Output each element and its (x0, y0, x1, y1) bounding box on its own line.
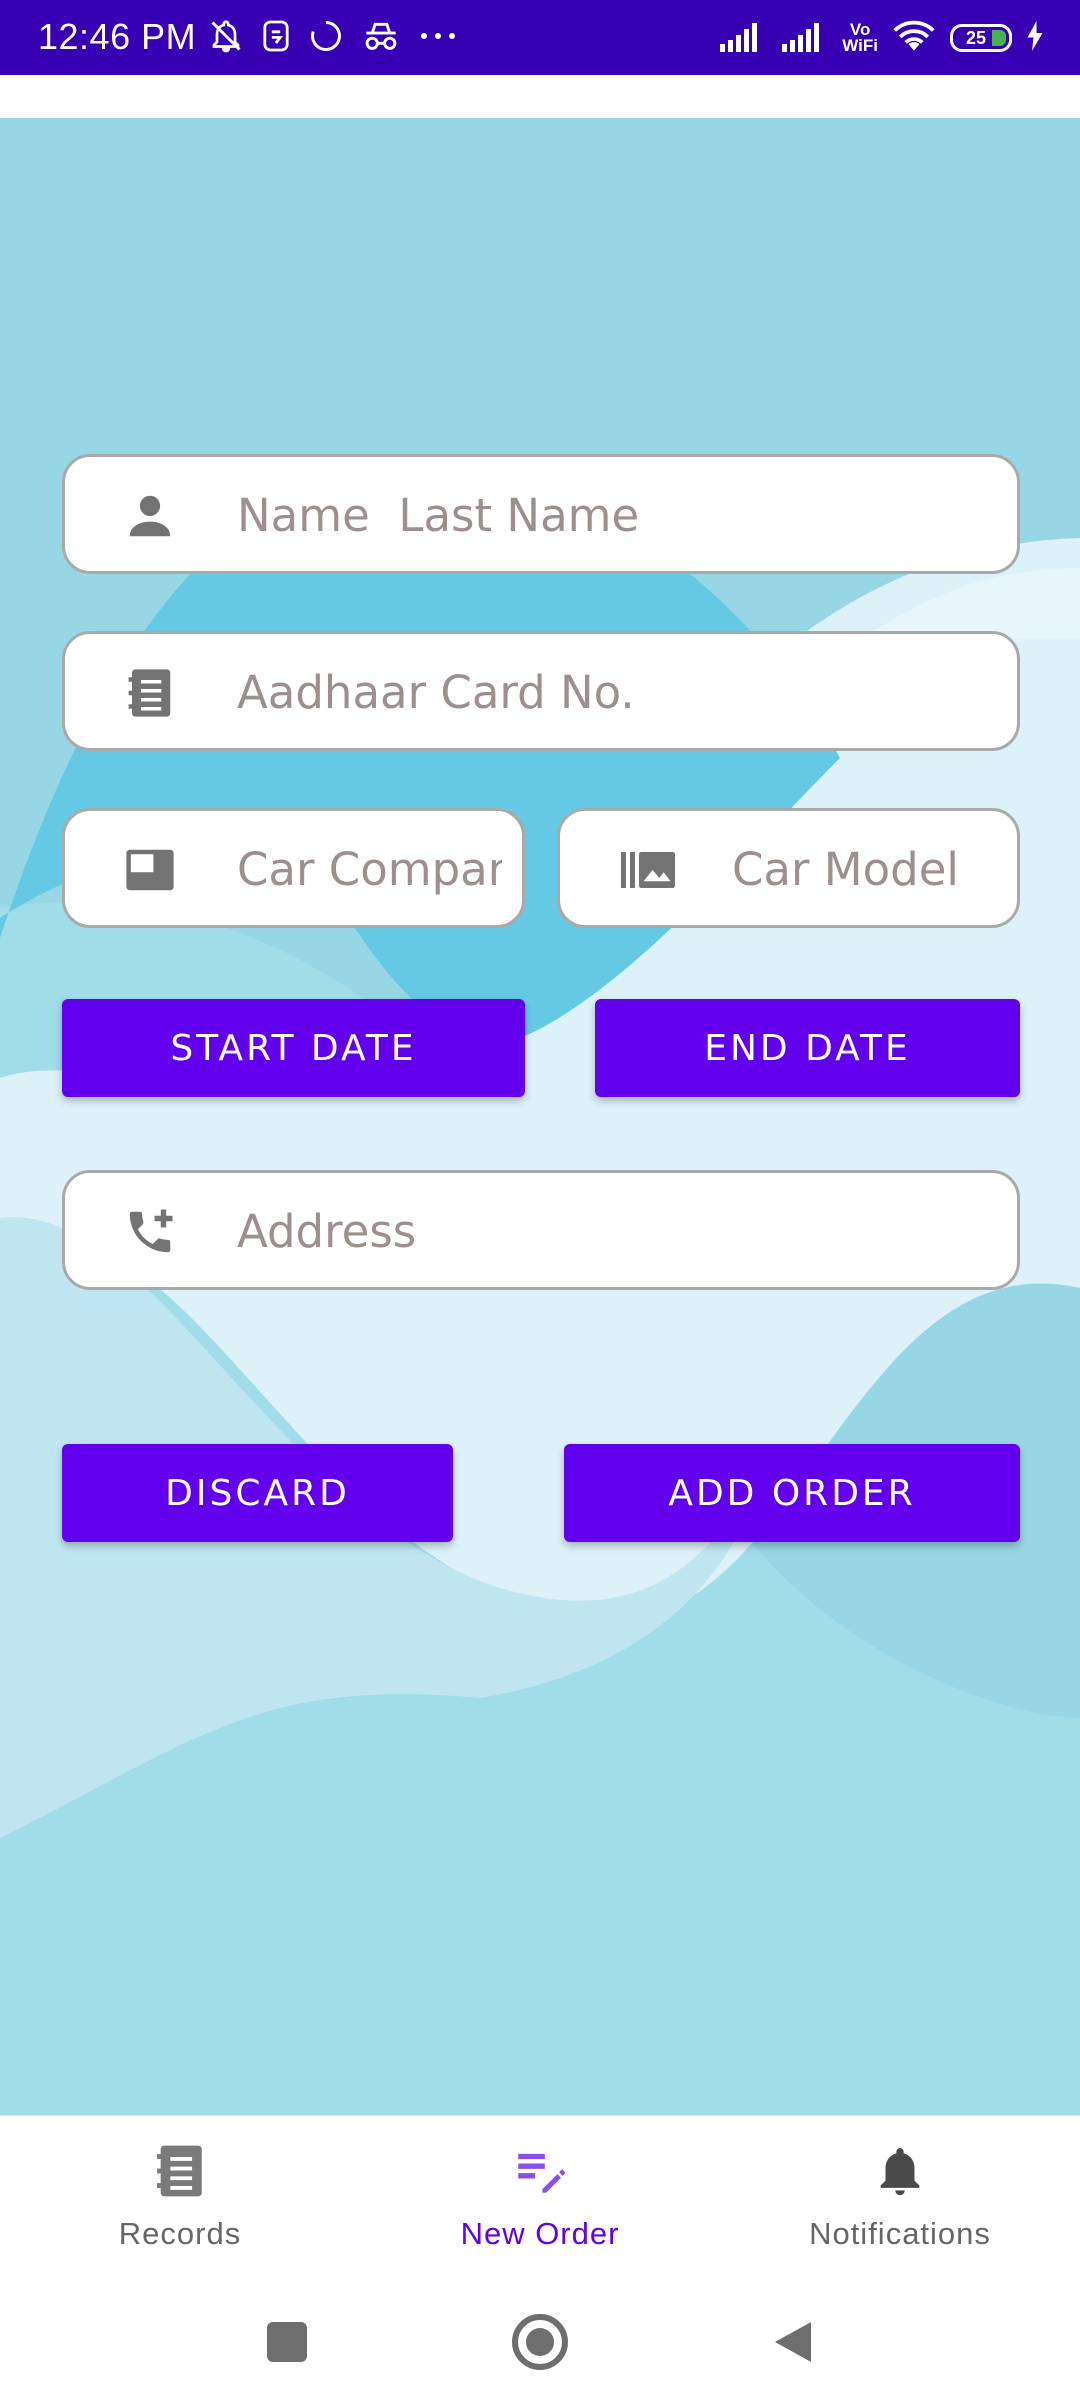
sim-icon (262, 19, 290, 58)
home-circle-icon (512, 2314, 568, 2370)
muted-bell-icon (208, 18, 244, 59)
nav-item-notifications[interactable]: Notifications (720, 2116, 1080, 2286)
end-date-button[interactable]: END DATE (595, 999, 1020, 1097)
nav-label-records: Records (118, 2216, 242, 2251)
more-dots-icon (418, 29, 458, 47)
incognito-icon (362, 19, 400, 58)
nav-label-new-order: New Order (460, 2216, 620, 2251)
nav-item-records[interactable]: Records (0, 2116, 360, 2286)
square-icon (267, 2322, 307, 2362)
nav-item-new-order[interactable]: New Order (360, 2116, 720, 2286)
battery-icon: 25 (950, 24, 1012, 52)
car-company-input[interactable] (237, 831, 502, 907)
recents-button[interactable] (252, 2307, 322, 2377)
back-triangle-icon (775, 2322, 811, 2362)
vowifi-indicator: Vo WiFi (842, 20, 878, 55)
charging-bolt-icon (1026, 20, 1044, 56)
name-input[interactable] (237, 477, 997, 553)
bottom-navigation: Records New Order Notifications (0, 2115, 1080, 2285)
bell-icon (871, 2142, 929, 2200)
burst-photo-icon (618, 843, 675, 897)
aadhaar-field[interactable] (62, 631, 1020, 751)
status-time: 12:46 PM (38, 16, 197, 57)
wifi-icon (892, 19, 936, 58)
signal-icon (718, 20, 766, 57)
background-waves (0, 118, 1080, 2115)
system-navigation-bar (0, 2285, 1080, 2400)
status-left-icons (208, 18, 458, 58)
status-bar: 12:46 PM Vo WiFi 25 (0, 0, 1080, 75)
home-button[interactable] (505, 2307, 575, 2377)
car-model-field[interactable] (557, 808, 1020, 928)
address-input[interactable] (237, 1193, 997, 1269)
signal-icon (780, 20, 828, 57)
person-icon (123, 489, 177, 543)
notebook-icon (123, 666, 177, 720)
featured-video-icon (123, 843, 177, 897)
edit-list-icon (511, 2142, 569, 2200)
nav-label-notifications: Notifications (809, 2216, 991, 2251)
car-model-input[interactable] (732, 831, 997, 907)
address-field[interactable] (62, 1170, 1020, 1290)
status-right-icons: Vo WiFi 25 (718, 18, 1044, 58)
add-order-button[interactable]: ADD ORDER (564, 1444, 1020, 1542)
back-button[interactable] (758, 2307, 828, 2377)
discard-button[interactable]: DISCARD (62, 1444, 453, 1542)
car-company-field[interactable] (62, 808, 525, 928)
name-field[interactable] (62, 454, 1020, 574)
new-order-form-area: START DATE END DATE DISCARD ADD ORDER (0, 118, 1080, 2115)
records-notebook-icon (151, 2142, 209, 2200)
add-call-icon (123, 1205, 177, 1259)
sync-icon (308, 18, 344, 59)
start-date-button[interactable]: START DATE (62, 999, 525, 1097)
aadhaar-input[interactable] (237, 654, 997, 730)
